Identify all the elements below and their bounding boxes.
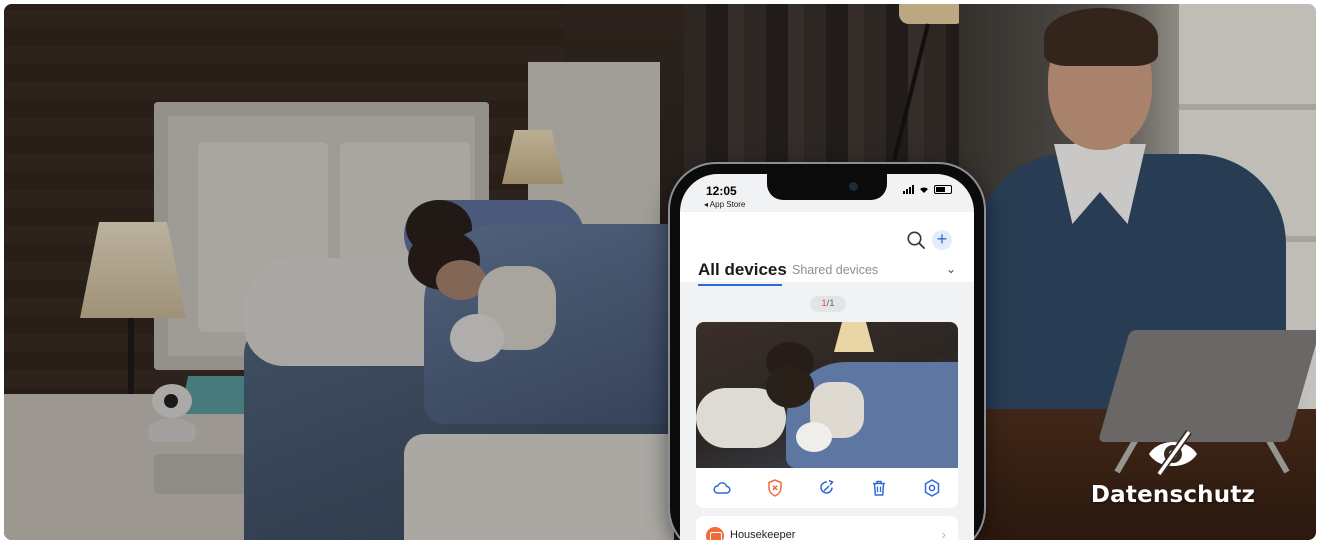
hero-banner: Datenschutz 12:05 ◂ App Store + All devi…	[4, 4, 1316, 540]
trash-icon[interactable]	[869, 478, 889, 498]
phone-mockup: 12:05 ◂ App Store + All devices Shared d…	[670, 164, 984, 540]
app-header: + All devices Shared devices ⌄	[680, 212, 974, 286]
device-action-bar	[696, 468, 958, 508]
page-indicator: 1/1	[810, 296, 846, 312]
status-icons	[903, 185, 952, 194]
shield-off-icon[interactable]	[765, 478, 785, 498]
housekeeper-list-item[interactable]: Housekeeper ›	[696, 516, 958, 540]
status-time: 12:05	[706, 184, 737, 198]
privacy-badge: Datenschutz	[1080, 428, 1266, 524]
house-icon	[706, 527, 724, 540]
wifi-icon	[920, 187, 928, 193]
housekeeper-label: Housekeeper	[730, 529, 796, 540]
chevron-down-icon[interactable]: ⌄	[946, 262, 956, 276]
tab-all-devices[interactable]: All devices	[698, 260, 787, 280]
settings-icon[interactable]	[922, 478, 942, 498]
share-icon[interactable]	[817, 478, 837, 498]
back-to-app-store[interactable]: ◂ App Store	[704, 200, 745, 209]
eye-slash-icon	[1149, 429, 1197, 476]
chevron-right-icon: ›	[941, 526, 946, 540]
app-screen: 12:05 ◂ App Store + All devices Shared d…	[680, 174, 974, 540]
cloud-icon[interactable]	[712, 478, 732, 498]
privacy-label: Datenschutz	[1090, 482, 1256, 508]
signal-icon	[903, 185, 914, 194]
active-tab-indicator	[698, 284, 782, 286]
device-card[interactable]	[696, 322, 958, 508]
camera-live-preview[interactable]	[696, 322, 958, 468]
add-device-button[interactable]: +	[932, 230, 952, 250]
battery-icon	[934, 185, 952, 194]
tab-shared-devices[interactable]: Shared devices	[792, 263, 878, 277]
search-icon[interactable]	[906, 230, 926, 250]
